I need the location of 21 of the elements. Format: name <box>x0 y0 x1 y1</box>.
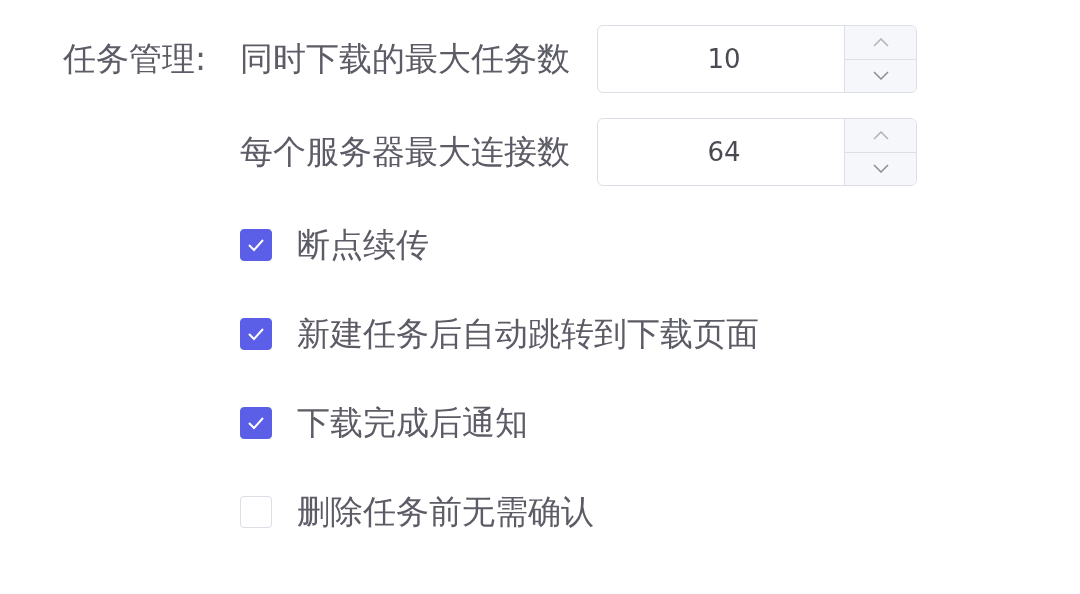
checkmark-icon <box>247 238 265 252</box>
number-field[interactable]: 10 <box>597 25 917 93</box>
field-label: 每个服务器最大连接数 <box>240 130 571 173</box>
number-field[interactable]: 64 <box>597 118 917 186</box>
checkmark-icon <box>247 327 265 341</box>
checkbox[interactable] <box>240 318 272 350</box>
checkmark-icon <box>247 416 265 430</box>
chevron-up-icon <box>872 130 889 140</box>
field-label: 同时下载的最大任务数 <box>240 37 571 80</box>
chevron-down-icon <box>872 164 889 174</box>
checkbox-label: 删除任务前无需确认 <box>297 490 594 533</box>
chevron-down-icon <box>872 71 889 81</box>
checkbox-label: 新建任务后自动跳转到下载页面 <box>297 312 759 355</box>
checkbox[interactable] <box>240 229 272 261</box>
checkbox-label: 下载完成后通知 <box>297 401 528 444</box>
chevron-up-icon <box>872 37 889 47</box>
value-input[interactable]: 10 <box>598 26 844 92</box>
checkbox-label: 断点续传 <box>297 223 429 266</box>
checkbox[interactable] <box>240 407 272 439</box>
value-input[interactable]: 64 <box>598 119 844 185</box>
section-label: 任务管理: <box>63 37 207 80</box>
